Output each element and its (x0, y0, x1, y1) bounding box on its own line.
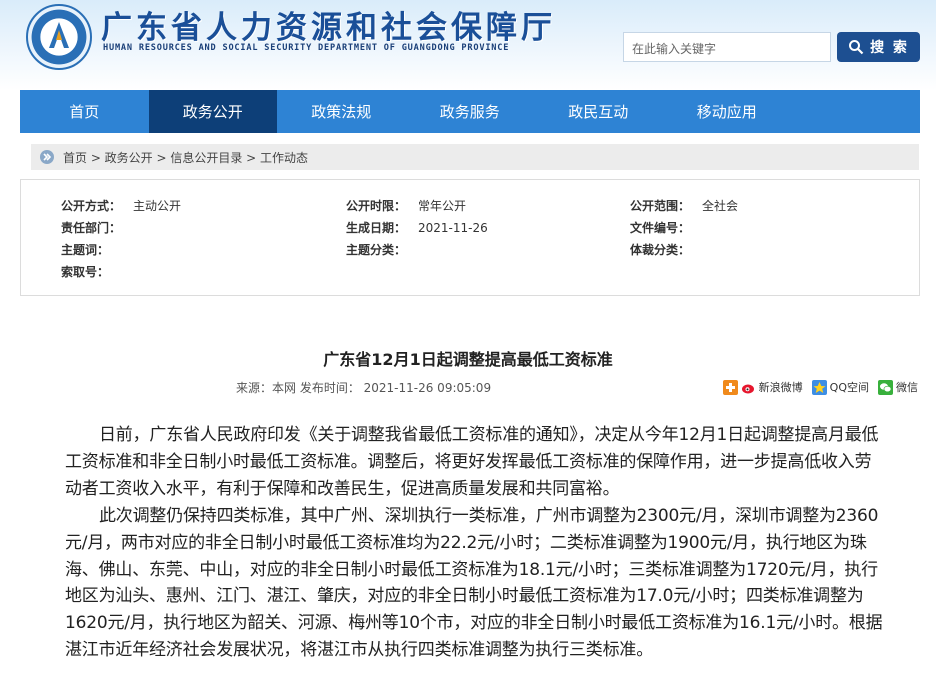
site-title[interactable]: 广东省人力资源和社会保障厅 (101, 2, 556, 47)
meta-public-method: 公开方式： 主动公开 (61, 199, 182, 213)
meta-genre: 体裁分类： (630, 243, 691, 257)
article-title: 广东省12月1日起调整提高最低工资标准 (323, 350, 613, 369)
share-bar: 新浪微博 QQ空间 微信 (722, 379, 918, 395)
nav-item-mobile[interactable]: 移动应用 (663, 90, 792, 133)
breadcrumb-text[interactable]: 首页 > 政务公开 > 信息公开目录 > 工作动态 (63, 149, 308, 166)
site-subtitle: HUMAN RESOURCES AND SOCIAL SECURITY DEPA… (103, 43, 510, 53)
article-paragraph: 此次调整仍保持四类标准，其中广州、深圳执行一类标准，广州市调整为2300元/月，… (65, 505, 883, 661)
wechat-icon[interactable] (878, 379, 893, 395)
meta-public-period: 公开时限： 常年公开 (346, 199, 467, 213)
nav-item-interaction[interactable]: 政民互动 (534, 90, 663, 133)
article-source-line: 来源：本网 发布时间： 2021-11-26 09:05:09 (236, 381, 492, 395)
breadcrumb: 首页 > 政务公开 > 信息公开目录 > 工作动态 (31, 144, 919, 170)
site-header: 广东省人力资源和社会保障厅 HUMAN RESOURCES AND SOCIAL… (0, 0, 936, 90)
search-button[interactable]: 搜 索 (837, 32, 920, 62)
document-meta-box: 公开方式： 主动公开 公开时限： 常年公开 公开范围： 全社会 责任部门： 生成日期：… (20, 179, 920, 296)
nav-item-services[interactable]: 政务服务 (406, 90, 535, 133)
nav-item-policies[interactable]: 政策法规 (277, 90, 406, 133)
meta-index-number: 索取号： (61, 265, 110, 279)
nav-item-home[interactable]: 首页 (20, 90, 149, 133)
nav-item-government-affairs[interactable]: 政务公开 (148, 90, 277, 133)
article-body: 日前，广东省人民政府印发《关于调整我省最低工资标准的通知》，决定从今年12月1日… (65, 422, 885, 664)
emblem-logo-icon[interactable] (26, 4, 92, 70)
meta-public-scope: 公开范围： 全社会 (630, 199, 739, 213)
chevron-right-circle-icon (40, 150, 54, 164)
search-input[interactable]: 在此输入关键字 (623, 32, 831, 62)
meta-category: 主题分类： (346, 243, 407, 257)
qzone-label[interactable]: QQ空间 (830, 379, 869, 395)
meta-doc-number: 文件编号： (630, 221, 691, 235)
qzone-icon[interactable] (811, 379, 827, 395)
weibo-icon[interactable] (741, 380, 756, 395)
search-icon (849, 40, 864, 55)
weibo-label[interactable]: 新浪微博 (759, 379, 803, 395)
meta-department: 责任部门： (61, 221, 122, 235)
search-button-label: 搜 索 (870, 40, 909, 56)
share-plus-icon[interactable] (722, 379, 738, 395)
meta-subject: 主题词： (61, 243, 110, 257)
article-paragraph: 日前，广东省人民政府印发《关于调整我省最低工资标准的通知》，决定从今年12月1日… (65, 425, 879, 499)
wechat-label[interactable]: 微信 (896, 379, 918, 395)
main-nav: 首页 政务公开 政策法规 政务服务 政民互动 移动应用 (20, 90, 920, 133)
meta-created-date: 生成日期： 2021-11-26 (346, 221, 488, 235)
logo-mark-icon (49, 22, 69, 48)
